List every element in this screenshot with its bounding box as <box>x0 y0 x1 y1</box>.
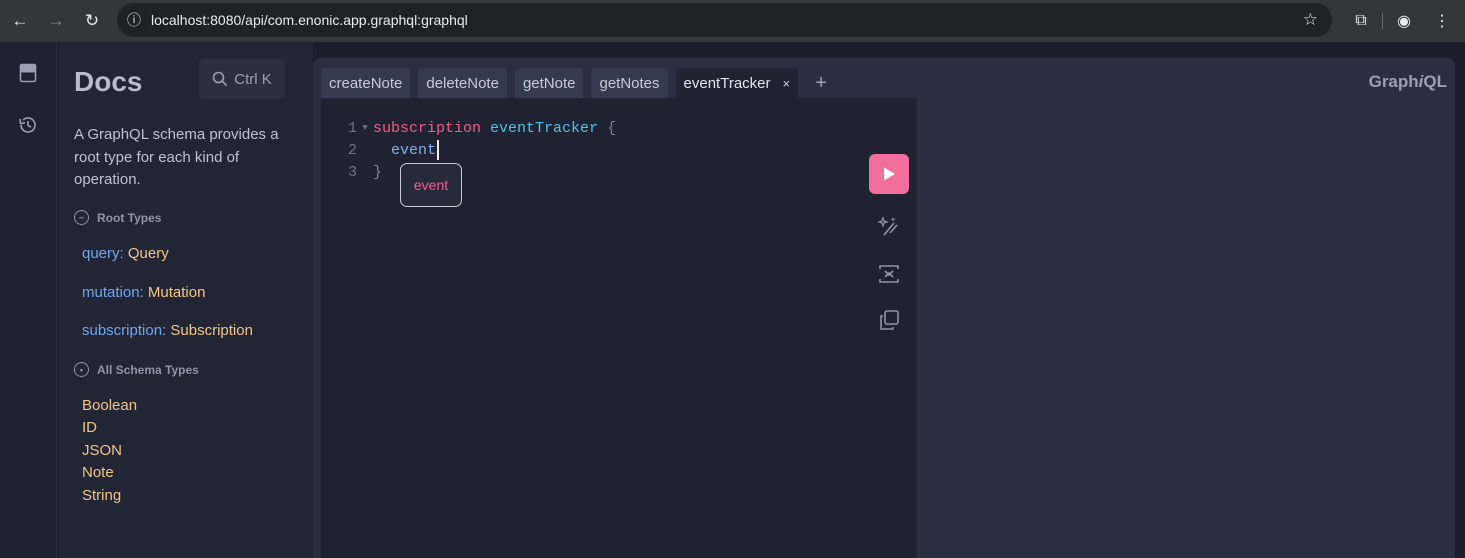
root-type-mutation: mutation: Mutation <box>82 284 205 301</box>
search-shortcut-label: Ctrl K <box>234 70 272 88</box>
browser-toolbar: ← → ↻ ⓘ localhost:8080/api/com.enonic.ap… <box>0 0 1465 42</box>
search-icon <box>212 71 228 87</box>
root-types-heading-label: Root Types <box>97 210 162 225</box>
address-bar[interactable]: ⓘ localhost:8080/api/com.enonic.app.grap… <box>117 3 1332 37</box>
type-link[interactable]: Mutation <box>148 284 206 301</box>
code-text: subscription eventTracker { <box>373 120 616 137</box>
divider <box>1382 13 1383 29</box>
graphiql-logo: GraphiQL <box>1369 72 1447 92</box>
merge-fragments-button[interactable] <box>873 258 905 290</box>
code-line: 1 ▼ subscription eventTracker { <box>321 117 616 139</box>
schema-type-link[interactable]: String <box>82 487 121 504</box>
schema-description: A GraphQL schema provides a root type fo… <box>74 126 279 188</box>
browser-actions: ⧉ ◉ ⋮ <box>1344 0 1465 42</box>
close-tab-icon[interactable]: × <box>783 76 791 91</box>
line-number: 3 <box>347 163 357 181</box>
keyword-token: subscription <box>373 119 482 137</box>
name-token: eventTracker <box>490 119 599 137</box>
root-type-query: query: Query <box>82 245 169 262</box>
tab-label: getNote <box>522 74 576 92</box>
tab-label: deleteNote <box>426 74 499 92</box>
forward-button[interactable]: → <box>38 3 74 39</box>
copy-button[interactable] <box>873 304 905 336</box>
field-link[interactable]: subscription <box>82 322 162 339</box>
book-icon <box>19 63 37 83</box>
session-area: createNote deleteNote getNote getNotes e… <box>313 58 1455 558</box>
field-token: event <box>391 141 437 159</box>
url-text[interactable]: localhost:8080/api/com.enonic.app.graphq… <box>151 12 468 28</box>
autocomplete-suggestion[interactable]: event <box>400 163 462 207</box>
tab-label: createNote <box>329 74 403 92</box>
docs-search-button[interactable]: Ctrl K <box>199 59 285 99</box>
copy-icon <box>880 310 899 330</box>
all-types-heading: • All Schema Types <box>74 362 199 377</box>
play-icon <box>884 167 895 181</box>
fold-arrow-icon[interactable]: ▼ <box>357 123 373 133</box>
reload-icon: ↻ <box>84 11 100 30</box>
history-icon <box>19 117 36 133</box>
results-pane <box>917 98 1447 558</box>
arrow-left-icon: ← <box>11 11 29 30</box>
kebab-menu-icon[interactable]: ⋮ <box>1425 4 1459 38</box>
field-link[interactable]: mutation <box>82 284 140 301</box>
tab-deleteNote[interactable]: deleteNote <box>418 68 507 98</box>
star-icon[interactable]: ☆ <box>1303 10 1318 30</box>
tab-bar: createNote deleteNote getNote getNotes e… <box>321 68 836 98</box>
logo-part: Graph <box>1368 72 1419 91</box>
line-number: 2 <box>347 141 357 159</box>
arrow-right-icon: → <box>47 11 65 30</box>
tab-createNote[interactable]: createNote <box>321 68 411 98</box>
docs-toggle-button[interactable] <box>15 60 41 86</box>
back-button[interactable]: ← <box>2 3 38 39</box>
punct-token: { <box>607 119 617 137</box>
reload-button[interactable]: ↻ <box>74 3 110 39</box>
prettify-button[interactable] <box>873 210 905 242</box>
info-icon[interactable]: ⓘ <box>117 10 151 30</box>
tab-label: eventTracker <box>683 74 771 92</box>
separator: : <box>119 245 128 262</box>
query-editor[interactable]: 1 ▼ subscription eventTracker { 2 event … <box>321 98 917 558</box>
root-types-heading: ~ Root Types <box>74 210 161 225</box>
field-link[interactable]: query <box>82 245 120 262</box>
code-line: 2 event <box>321 139 440 161</box>
tab-label: getNotes <box>599 74 660 92</box>
line-number: 1 <box>347 119 357 137</box>
type-link[interactable]: Query <box>128 245 169 262</box>
add-tab-button[interactable]: + <box>806 68 836 98</box>
tab-eventTracker[interactable]: eventTracker × <box>675 68 799 98</box>
text-cursor <box>437 140 440 160</box>
tab-getNote[interactable]: getNote <box>514 68 584 98</box>
separator: : <box>139 284 148 301</box>
code-line: 3 } <box>321 161 382 183</box>
all-types-icon: • <box>74 362 89 377</box>
magic-wand-icon <box>878 216 898 236</box>
puzzle-icon[interactable]: ⧉ <box>1344 4 1378 38</box>
merge-fragments-icon <box>879 265 899 283</box>
root-type-subscription: subscription: Subscription <box>82 322 253 339</box>
history-toggle-button[interactable] <box>15 112 41 138</box>
docs-panel: Docs Ctrl K A GraphQL schema provides a … <box>58 42 313 558</box>
plugin-sidebar <box>0 42 57 558</box>
all-types-heading-label: All Schema Types <box>97 362 199 377</box>
code-text: event <box>373 140 440 160</box>
profile-icon[interactable]: ◉ <box>1387 4 1421 38</box>
docs-title: Docs <box>74 66 143 97</box>
type-link[interactable]: Subscription <box>170 322 253 339</box>
schema-type-link[interactable]: Note <box>82 464 114 481</box>
tab-getNotes[interactable]: getNotes <box>591 68 668 98</box>
schema-type-link[interactable]: JSON <box>82 442 122 459</box>
schema-type-link[interactable]: ID <box>82 419 97 436</box>
logo-part: QL <box>1423 72 1447 91</box>
root-types-icon: ~ <box>74 210 89 225</box>
schema-type-link[interactable]: Boolean <box>82 397 137 414</box>
code-text: } <box>373 163 383 181</box>
run-button[interactable] <box>869 154 909 194</box>
